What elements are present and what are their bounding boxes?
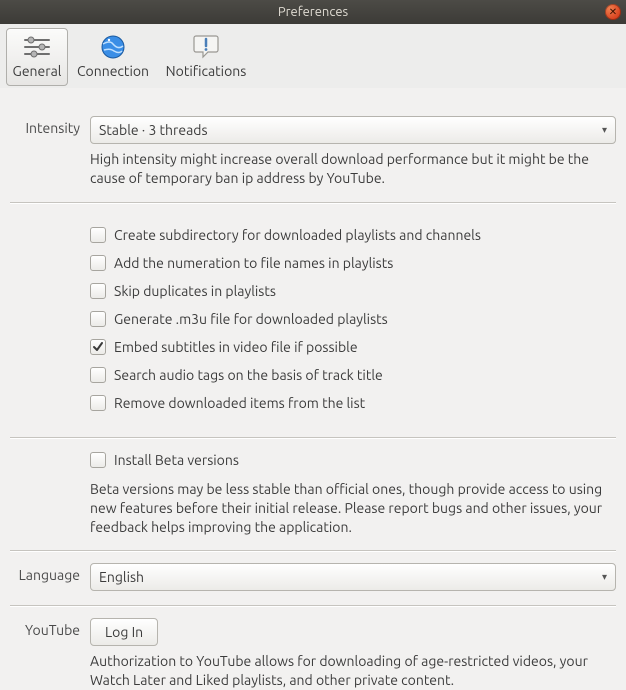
opt-label: Search audio tags on the basis of track …: [114, 367, 383, 383]
opt-label: Remove downloaded items from the list: [114, 395, 365, 411]
intensity-help: High intensity might increase overall do…: [90, 150, 616, 188]
intensity-value: Stable · 3 threads: [99, 122, 208, 138]
intensity-select[interactable]: Stable · 3 threads ▾: [90, 116, 616, 144]
youtube-label: YouTube: [10, 618, 90, 638]
tab-general[interactable]: General: [6, 28, 68, 86]
login-button[interactable]: Log In: [90, 618, 158, 646]
opt-numeration[interactable]: Add the numeration to file names in play…: [90, 255, 616, 271]
youtube-help: Authorization to YouTube allows for down…: [90, 652, 616, 690]
login-button-label: Log In: [105, 624, 143, 640]
beta-help: Beta versions may be less stable than of…: [90, 480, 616, 537]
close-icon: ✕: [609, 6, 617, 18]
globe-icon: [75, 33, 151, 61]
opt-label: Add the numeration to file names in play…: [114, 255, 393, 271]
notification-icon: [163, 33, 249, 61]
language-select[interactable]: English ▾: [90, 563, 616, 591]
intensity-row: Intensity Stable · 3 threads ▾ High inte…: [10, 88, 616, 188]
opt-remove[interactable]: Remove downloaded items from the list: [90, 395, 616, 411]
tab-label: General: [11, 63, 63, 79]
youtube-row: YouTube Log In Authorization to YouTube …: [10, 606, 616, 690]
checkbox[interactable]: [90, 395, 106, 411]
options-row: Create subdirectory for downloaded playl…: [10, 203, 616, 423]
opt-beta[interactable]: Install Beta versions: [90, 452, 616, 468]
beta-row: Install Beta versions Beta versions may …: [10, 438, 616, 537]
checkbox[interactable]: [90, 283, 106, 299]
opt-label: Create subdirectory for downloaded playl…: [114, 227, 481, 243]
opt-embed[interactable]: Embed subtitles in video file if possibl…: [90, 339, 616, 355]
language-value: English: [99, 569, 144, 585]
opt-label: Generate .m3u file for downloaded playli…: [114, 311, 388, 327]
close-button[interactable]: ✕: [605, 4, 621, 20]
tab-notifications[interactable]: Notifications: [158, 28, 254, 86]
checkbox[interactable]: [90, 452, 106, 468]
opt-skipdup[interactable]: Skip duplicates in playlists: [90, 283, 616, 299]
opt-label: Install Beta versions: [114, 452, 239, 468]
chevron-down-icon: ▾: [602, 124, 607, 136]
chevron-down-icon: ▾: [602, 571, 607, 583]
tab-label: Connection: [75, 63, 151, 79]
opt-m3u[interactable]: Generate .m3u file for downloaded playli…: [90, 311, 616, 327]
checkbox[interactable]: [90, 311, 106, 327]
language-row: Language English ▾: [10, 551, 616, 591]
window-title: Preferences: [278, 5, 348, 19]
prefs-toolbar: General Connection Notifications: [0, 24, 626, 88]
checkbox[interactable]: [90, 227, 106, 243]
checkbox[interactable]: [90, 367, 106, 383]
sliders-icon: [11, 33, 63, 61]
opt-subdir[interactable]: Create subdirectory for downloaded playl…: [90, 227, 616, 243]
intensity-label: Intensity: [10, 116, 90, 136]
checkbox[interactable]: [90, 339, 106, 355]
opt-label: Embed subtitles in video file if possibl…: [114, 339, 358, 355]
checkbox[interactable]: [90, 255, 106, 271]
opt-tags[interactable]: Search audio tags on the basis of track …: [90, 367, 616, 383]
opt-label: Skip duplicates in playlists: [114, 283, 276, 299]
tab-label: Notifications: [163, 63, 249, 79]
language-label: Language: [10, 563, 90, 583]
tab-connection[interactable]: Connection: [70, 28, 156, 86]
title-bar: Preferences ✕: [0, 0, 626, 24]
